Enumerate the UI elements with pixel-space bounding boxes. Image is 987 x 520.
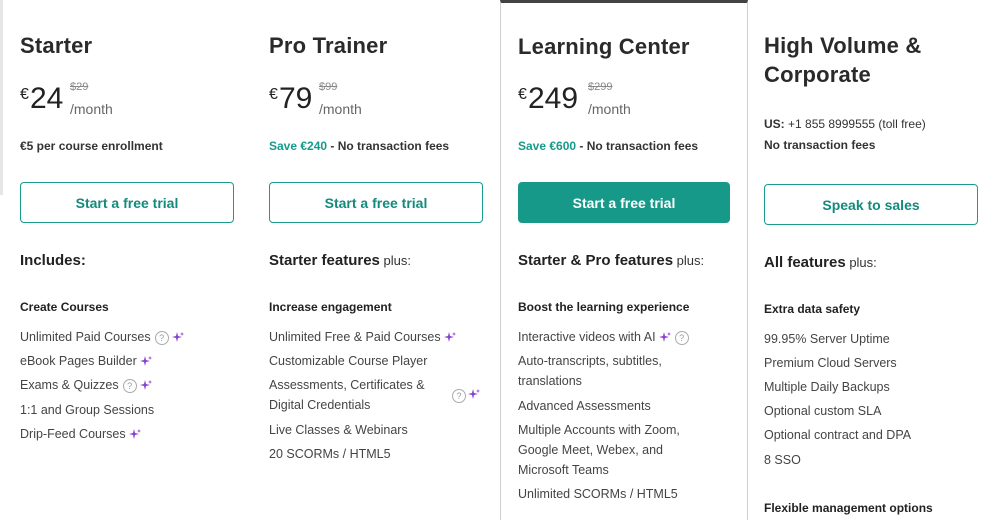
feature-item: Advanced Assessments	[518, 399, 651, 413]
savings-text: Save €600	[518, 139, 577, 153]
plan-title: High Volume & Corporate	[764, 33, 922, 87]
includes-heading: All features plus:	[764, 254, 877, 271]
currency-symbol: €	[20, 86, 29, 103]
includes-heading: Starter & Pro features plus:	[518, 252, 705, 269]
feature-group-title: Extra data safety	[764, 302, 861, 316]
feature-item: Optional contract and DPA	[764, 428, 912, 442]
price-period: /month	[70, 101, 113, 117]
sparkle-icon	[658, 331, 671, 342]
plan-note: No transaction fees	[764, 138, 876, 152]
plan-starter: Starter € 24 $29 /month €5 per course en…	[0, 0, 250, 520]
sparkle-icon	[128, 428, 141, 439]
includes-heading: Includes:	[20, 252, 86, 269]
question-circle-icon[interactable]: ?	[674, 330, 689, 345]
sparkle-icon	[139, 355, 152, 366]
price-amount: 79	[279, 82, 313, 115]
feature-item: Interactive videos with AI?	[518, 327, 689, 347]
question-circle-icon[interactable]: ?	[154, 330, 169, 345]
old-price: $99	[319, 81, 338, 93]
plan-title: Starter	[20, 33, 93, 58]
includes-heading: Starter features plus:	[269, 252, 411, 269]
feature-item: 8 SSO	[764, 453, 801, 467]
speak-to-sales-button[interactable]: Speak to sales	[764, 184, 978, 225]
start-free-trial-button[interactable]: Start a free trial	[269, 182, 483, 223]
sparkle-icon	[443, 331, 456, 342]
plan-note: Save €240 - No transaction fees	[269, 139, 450, 153]
feature-item: Live Classes & Webinars	[269, 423, 408, 437]
plan-corporate: High Volume & Corporate US: +1 855 89995…	[748, 0, 987, 520]
feature-item: eBook Pages Builder	[20, 351, 152, 371]
feature-group-title: Create Courses	[20, 300, 109, 314]
feature-item: Multiple Daily Backups	[764, 380, 890, 394]
price-period: /month	[319, 101, 362, 117]
plan-pro-trainer: Pro Trainer € 79 $99 /month Save €240 - …	[250, 0, 500, 520]
sparkle-icon	[468, 389, 480, 399]
sales-phone: US: +1 855 8999555 (toll free)	[764, 117, 926, 131]
feature-item: Auto-transcripts, subtitles, translation…	[518, 354, 662, 388]
feature-item: Customizable Course Player	[269, 354, 428, 368]
feature-item: Unlimited Paid Courses?	[20, 327, 184, 347]
feature-item: 1:1 and Group Sessions	[20, 403, 155, 417]
plan-learning-center: Learning Center € 249 $299 /month Save €…	[500, 0, 748, 520]
feature-item: 20 SCORMs / HTML5	[269, 447, 391, 461]
savings-text: Save €240	[269, 139, 328, 153]
feature-item: Multiple Accounts with Zoom, Google Meet…	[518, 423, 680, 477]
question-circle-icon[interactable]: ?	[122, 378, 137, 393]
plan-note: €5 per course enrollment	[20, 139, 163, 153]
feature-item: Assessments, Certificates & Digital Cred…	[269, 378, 425, 412]
currency-symbol: €	[518, 86, 527, 103]
price-amount: 24	[30, 82, 64, 115]
feature-item: Unlimited Free & Paid Courses	[269, 327, 456, 347]
feature-item: Premium Cloud Servers	[764, 356, 897, 370]
price-period: /month	[588, 101, 631, 117]
old-price: $29	[70, 81, 89, 93]
start-free-trial-button[interactable]: Start a free trial	[20, 182, 234, 223]
sparkle-icon	[139, 379, 152, 390]
feature-item: Drip-Feed Courses	[20, 424, 141, 444]
feature-item: Exams & Quizzes?	[20, 375, 152, 395]
feature-item: Optional custom SLA	[764, 404, 882, 418]
feature-group-title: Boost the learning experience	[518, 300, 690, 314]
currency-symbol: €	[269, 86, 278, 103]
feature-item: Unlimited SCORMs / HTML5	[518, 487, 678, 501]
sparkle-icon	[171, 331, 184, 342]
question-circle-icon[interactable]: ?	[452, 389, 466, 403]
plan-title: Learning Center	[518, 34, 690, 59]
feature-item: 99.95% Server Uptime	[764, 332, 890, 346]
price-amount: 249	[528, 82, 579, 115]
start-free-trial-button[interactable]: Start a free trial	[518, 182, 730, 223]
plan-note: Save €600 - No transaction fees	[518, 139, 699, 153]
feature-group-title: Increase engagement	[269, 300, 392, 314]
feature-group-title: Flexible management options	[764, 501, 933, 515]
plan-title: Pro Trainer	[269, 33, 388, 58]
old-price: $299	[588, 81, 613, 93]
